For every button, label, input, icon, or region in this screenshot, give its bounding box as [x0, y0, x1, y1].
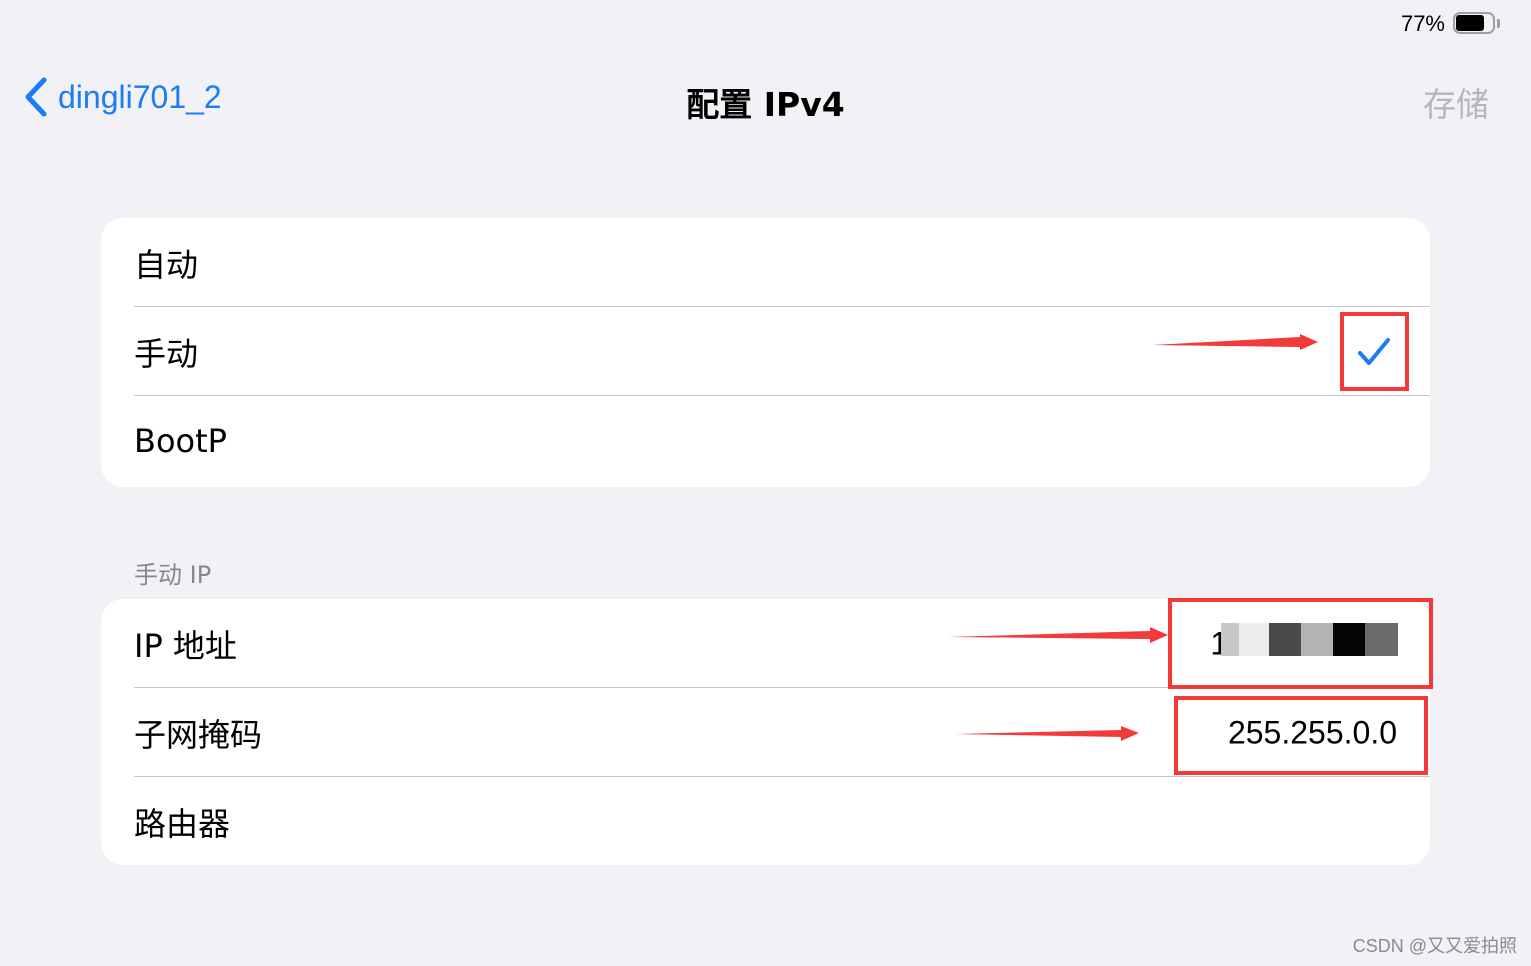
- watermark: CSDN @又又爱拍照: [1352, 936, 1517, 956]
- annotation-arrow-subnet-mask: [955, 726, 1139, 741]
